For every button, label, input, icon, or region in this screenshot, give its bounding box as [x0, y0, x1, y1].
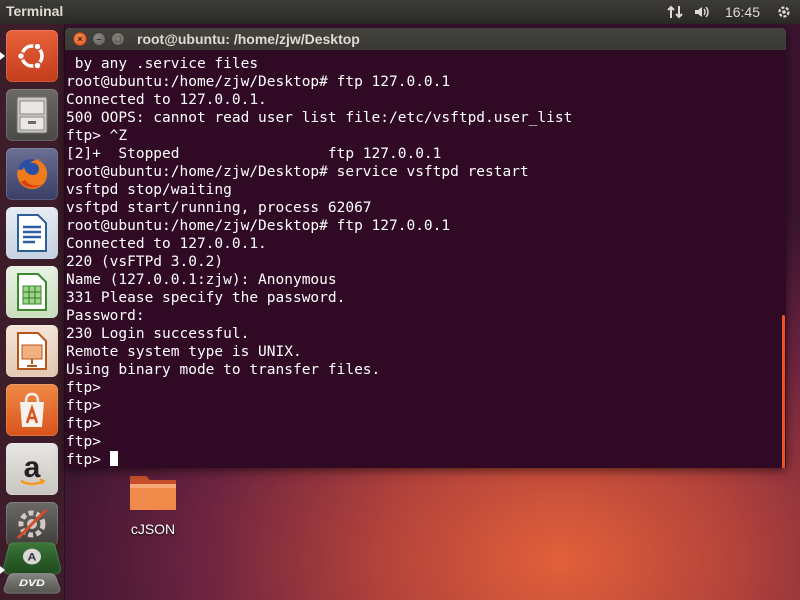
terminal-lines: by any .service files root@ubuntu:/home/z…	[66, 55, 572, 468]
terminal-line: ftp>	[66, 416, 101, 432]
terminal-line: vsftpd stop/waiting	[66, 182, 232, 198]
terminal-line: root@ubuntu:/home/zjw/Desktop# ftp 127.0…	[66, 218, 451, 234]
folder-label: cJSON	[130, 521, 176, 537]
terminal-line: Name (127.0.0.1:zjw): Anonymous	[66, 272, 337, 288]
scrollbar-thumb[interactable]	[782, 315, 785, 468]
ubuntu-logo-icon	[13, 37, 51, 75]
network-icon[interactable]	[667, 4, 683, 20]
terminal-output[interactable]: by any .service files root@ubuntu:/home/z…	[65, 50, 786, 468]
terminal-line: ftp>	[66, 451, 572, 468]
launcher-dvd[interactable]: DVD	[1, 573, 63, 594]
minimize-icon: –	[96, 34, 102, 44]
maximize-button[interactable]: □	[111, 32, 125, 46]
launcher-writer[interactable]	[6, 207, 58, 259]
software-center-icon	[13, 390, 51, 430]
maximize-icon: □	[115, 34, 121, 44]
window-title: root@ubuntu: /home/zjw/Desktop	[137, 31, 360, 47]
terminal-line: 331 Please specify the password.	[66, 290, 346, 306]
indicator-area: 16:45	[667, 0, 792, 24]
folder-icon	[128, 476, 178, 518]
firefox-icon	[12, 154, 52, 194]
terminal-line: Connected to 127.0.0.1.	[66, 92, 267, 108]
terminal-line: vsftpd start/running, process 62067	[66, 200, 372, 216]
terminal-line: 220 (vsFTPd 3.0.2)	[66, 254, 224, 270]
terminal-line: [2]+ Stopped ftp 127.0.0.1	[66, 146, 442, 162]
close-button[interactable]: ×	[73, 32, 87, 46]
settings-icon	[12, 504, 52, 544]
terminal-icon: A	[15, 547, 48, 568]
launcher-amazon[interactable]: a	[6, 443, 58, 495]
launcher-ubuntu-dash[interactable]	[6, 30, 58, 82]
terminal-line: Using binary mode to transfer files.	[66, 362, 381, 378]
amazon-icon: a	[13, 449, 51, 489]
terminal-line: root@ubuntu:/home/zjw/Desktop# service v…	[66, 164, 529, 180]
svg-text:A: A	[27, 552, 37, 564]
terminal-window[interactable]: × – □ root@ubuntu: /home/zjw/Desktop by …	[65, 28, 786, 468]
terminal-line: Remote system type is UNIX.	[66, 344, 302, 360]
dvd-icon: DVD	[13, 576, 50, 589]
clock[interactable]: 16:45	[725, 4, 760, 20]
minimize-button[interactable]: –	[92, 32, 106, 46]
file-cabinet-icon	[14, 95, 50, 135]
terminal-line: Connected to 127.0.0.1.	[66, 236, 267, 252]
launcher: a A DVD	[0, 24, 65, 600]
launcher-impress[interactable]	[6, 325, 58, 377]
launcher-settings[interactable]	[6, 502, 58, 546]
writer-icon	[15, 213, 49, 253]
power-gear-icon[interactable]	[776, 4, 792, 20]
terminal-line: ftp>	[66, 434, 101, 450]
terminal-line: ftp>	[66, 380, 101, 396]
window-titlebar[interactable]: × – □ root@ubuntu: /home/zjw/Desktop	[65, 28, 786, 50]
text-cursor	[109, 451, 118, 466]
top-panel: Terminal 16:45	[0, 0, 800, 24]
volume-icon[interactable]	[693, 4, 711, 20]
launcher-software[interactable]	[6, 384, 58, 436]
active-app-title: Terminal	[6, 3, 64, 19]
close-icon: ×	[77, 34, 83, 44]
terminal-line: root@ubuntu:/home/zjw/Desktop# ftp 127.0…	[66, 74, 451, 90]
svg-text:DVD: DVD	[18, 579, 47, 589]
calc-icon	[15, 272, 49, 312]
active-indicator	[0, 52, 5, 60]
desktop-folder[interactable]: cJSON	[120, 470, 186, 537]
running-indicator	[0, 566, 5, 574]
launcher-files[interactable]	[6, 89, 58, 141]
launcher-firefox[interactable]	[6, 148, 58, 200]
terminal-line: Password:	[66, 308, 145, 324]
terminal-line: 500 OOPS: cannot read user list file:/et…	[66, 110, 573, 126]
terminal-line: 230 Login successful.	[66, 326, 250, 342]
launcher-calc[interactable]	[6, 266, 58, 318]
launcher-terminal[interactable]: A	[1, 542, 63, 575]
terminal-line: by any .service files	[66, 56, 259, 72]
impress-icon	[15, 331, 49, 371]
terminal-line: ftp>	[66, 398, 101, 414]
terminal-line: ftp> ^Z	[66, 128, 128, 144]
svg-text:a: a	[24, 451, 41, 484]
